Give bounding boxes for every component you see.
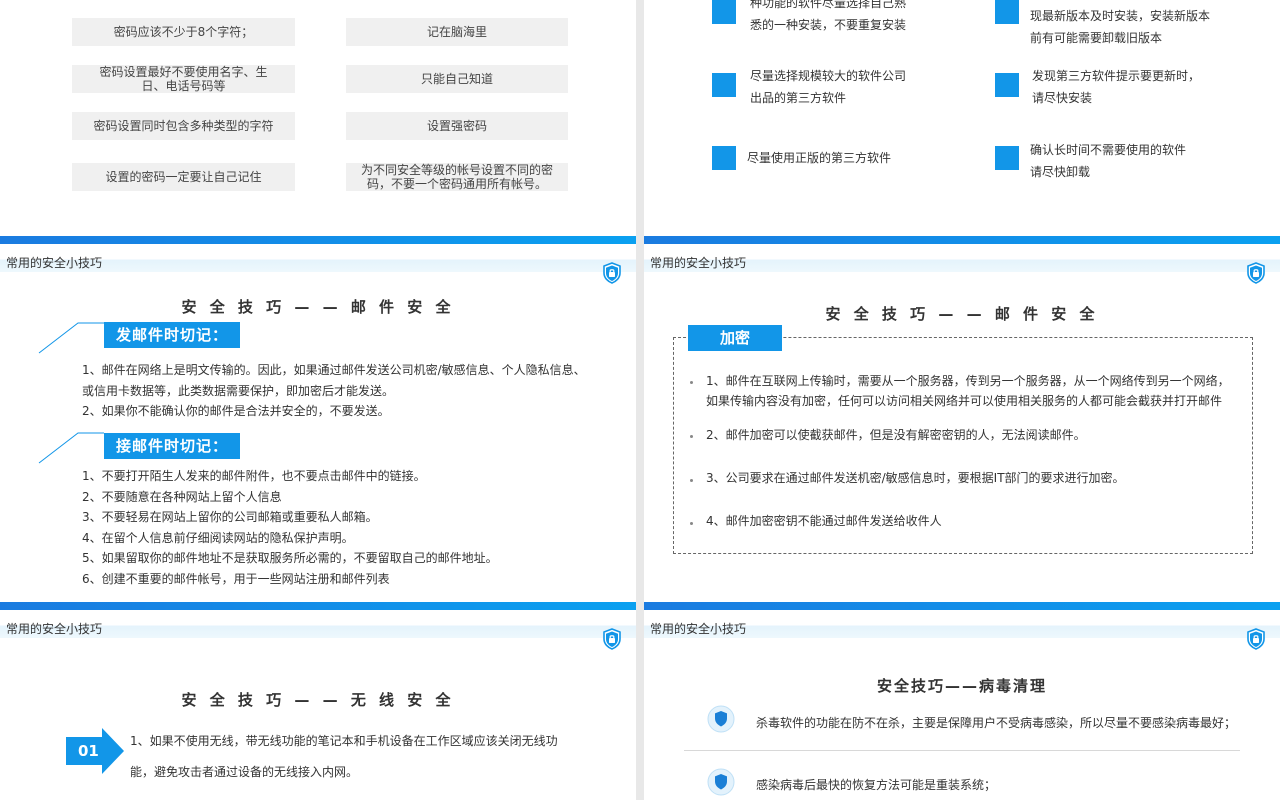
square-bullet-icon bbox=[712, 73, 736, 97]
top-bar bbox=[0, 602, 636, 610]
bullet-dot bbox=[690, 479, 693, 482]
wireless-tip-text: 1、如果不使用无线，带无线功能的笔记本和手机设备在工作区域应该关闭无线功 能，避… bbox=[130, 734, 558, 779]
slide-title: 安 全 技 巧 — — 无 线 安 全 bbox=[181, 691, 455, 709]
square-bullet-icon bbox=[995, 0, 1019, 24]
password-box-left-4: 设置的密码一定要让自己记住 bbox=[72, 163, 295, 191]
decor-line bbox=[38, 322, 104, 354]
password-box-left-2: 密码设置最好不要使用名字、生日、电话号码等 bbox=[72, 65, 295, 93]
receive-email-tag: 接邮件时切记： bbox=[104, 433, 241, 459]
slide-title: 安 全 技 巧 — — 邮 件 安 全 bbox=[181, 298, 455, 316]
slide-email-encryption: 常用的安全小技巧 安 全 技 巧 — — 邮 件 安 全 加密 1、邮件在互联网… bbox=[644, 236, 1280, 602]
password-box-right-4: 为不同安全等级的帐号设置不同的密码，不要一个密码通用所有帐号。 bbox=[346, 163, 568, 191]
encryption-item-4: 4、邮件加密密钥不能通过邮件发送给收件人 bbox=[706, 514, 942, 528]
slide-grid: 密码应该不少于8个字符； 密码设置最好不要使用名字、生日、电话号码等 密码设置同… bbox=[0, 0, 1280, 800]
password-box-left-3: 密码设置同时包含多种类型的字符 bbox=[72, 112, 295, 140]
section-title: 常用的安全小技巧 bbox=[6, 256, 103, 270]
encryption-item-3: 3、公司要求在通过邮件发送机密/敏感信息时，要根据IT部门的要求进行加密。 bbox=[706, 471, 1125, 485]
shield-lock-icon bbox=[603, 262, 621, 284]
virus-tip-1: 杀毒软件的功能在防不在杀，主要是保障用户不受病毒感染，所以尽量不要感染病毒最好； bbox=[756, 716, 1237, 730]
decor-line bbox=[38, 432, 104, 464]
software-tip-right-3: 确认长时间不需要使用的软件 请尽快卸载 bbox=[1030, 143, 1187, 179]
password-box-left-1: 密码应该不少于8个字符； bbox=[72, 18, 295, 46]
software-tip-right-1: 现最新版本及时安装，安装新版本 前有可能需要卸载旧版本 bbox=[1030, 9, 1211, 45]
slide-password-tips: 密码应该不少于8个字符； 密码设置最好不要使用名字、生日、电话号码等 密码设置同… bbox=[0, 0, 636, 236]
virus-tip-2: 感染病毒后最快的恢复方法可能是重装系统； bbox=[756, 778, 997, 792]
square-bullet-icon bbox=[995, 146, 1019, 170]
software-tip-left-1: 种功能的软件尽量选择自己熟 悉的一种安装，不要重复安装 bbox=[750, 0, 907, 32]
section-title: 常用的安全小技巧 bbox=[6, 622, 103, 636]
slide-virus-cleanup: 常用的安全小技巧 安全技巧——病毒清理 杀毒软件的功能在防不在杀，主要是保障用户… bbox=[644, 602, 1280, 800]
section-title: 常用的安全小技巧 bbox=[650, 256, 747, 270]
receive-email-list: 1、不要打开陌生人发来的邮件附件，也不要点击邮件中的链接。 2、不要随意在各种网… bbox=[82, 469, 498, 586]
bullet-dot bbox=[690, 522, 693, 525]
slide-wireless-security: 常用的安全小技巧 安 全 技 巧 — — 无 线 安 全 01 1、如果不使用无… bbox=[0, 602, 636, 800]
password-box-right-3: 设置强密码 bbox=[346, 112, 568, 140]
bullet-dot bbox=[690, 381, 693, 384]
software-tip-right-2: 发现第三方软件提示要更新时， 请尽快安装 bbox=[1032, 69, 1201, 105]
encryption-item-2: 2、邮件加密可以使截获邮件，但是没有解密密钥的人，无法阅读邮件。 bbox=[706, 428, 1086, 442]
top-bar bbox=[644, 236, 1280, 244]
encryption-item-1: 1、邮件在互联网上传输时，需要从一个服务器，传到另一个服务器，从一个网络传到另一… bbox=[706, 374, 1230, 408]
shield-lock-icon bbox=[1247, 628, 1265, 650]
software-tip-left-2: 尽量选择规模较大的软件公司 出品的第三方软件 bbox=[750, 69, 907, 105]
shield-icon bbox=[707, 768, 735, 796]
encryption-tag: 加密 bbox=[688, 325, 782, 351]
top-bar bbox=[0, 236, 636, 244]
send-email-tag: 发邮件时切记： bbox=[104, 322, 241, 348]
divider bbox=[684, 750, 1240, 751]
square-bullet-icon bbox=[995, 73, 1019, 97]
slide-email-security: 常用的安全小技巧 安 全 技 巧 — — 邮 件 安 全 发邮件时切记： 1、邮… bbox=[0, 236, 636, 602]
square-bullet-icon bbox=[712, 0, 736, 24]
shield-lock-icon bbox=[1247, 262, 1265, 284]
step-number: 01 bbox=[78, 742, 99, 760]
section-title: 常用的安全小技巧 bbox=[650, 622, 747, 636]
send-email-list: 1、邮件在网络上是明文传输的。因此，如果通过邮件发送公司机密/敏感信息、个人隐私… bbox=[82, 363, 586, 418]
square-bullet-icon bbox=[712, 146, 736, 170]
bullet-dot bbox=[690, 435, 693, 438]
password-box-right-2: 只能自己知道 bbox=[346, 65, 568, 93]
slide-software-tips: 种功能的软件尽量选择自己熟 悉的一种安装，不要重复安装 尽量选择规模较大的软件公… bbox=[644, 0, 1280, 236]
password-box-right-1: 记在脑海里 bbox=[346, 18, 568, 46]
software-tip-left-3: 尽量使用正版的第三方软件 bbox=[747, 151, 892, 165]
shield-lock-icon bbox=[603, 628, 621, 650]
slide-title: 安 全 技 巧 — — 邮 件 安 全 bbox=[825, 305, 1099, 323]
shield-icon bbox=[707, 705, 735, 733]
top-bar bbox=[644, 602, 1280, 610]
slide-title: 安全技巧——病毒清理 bbox=[876, 677, 1047, 695]
